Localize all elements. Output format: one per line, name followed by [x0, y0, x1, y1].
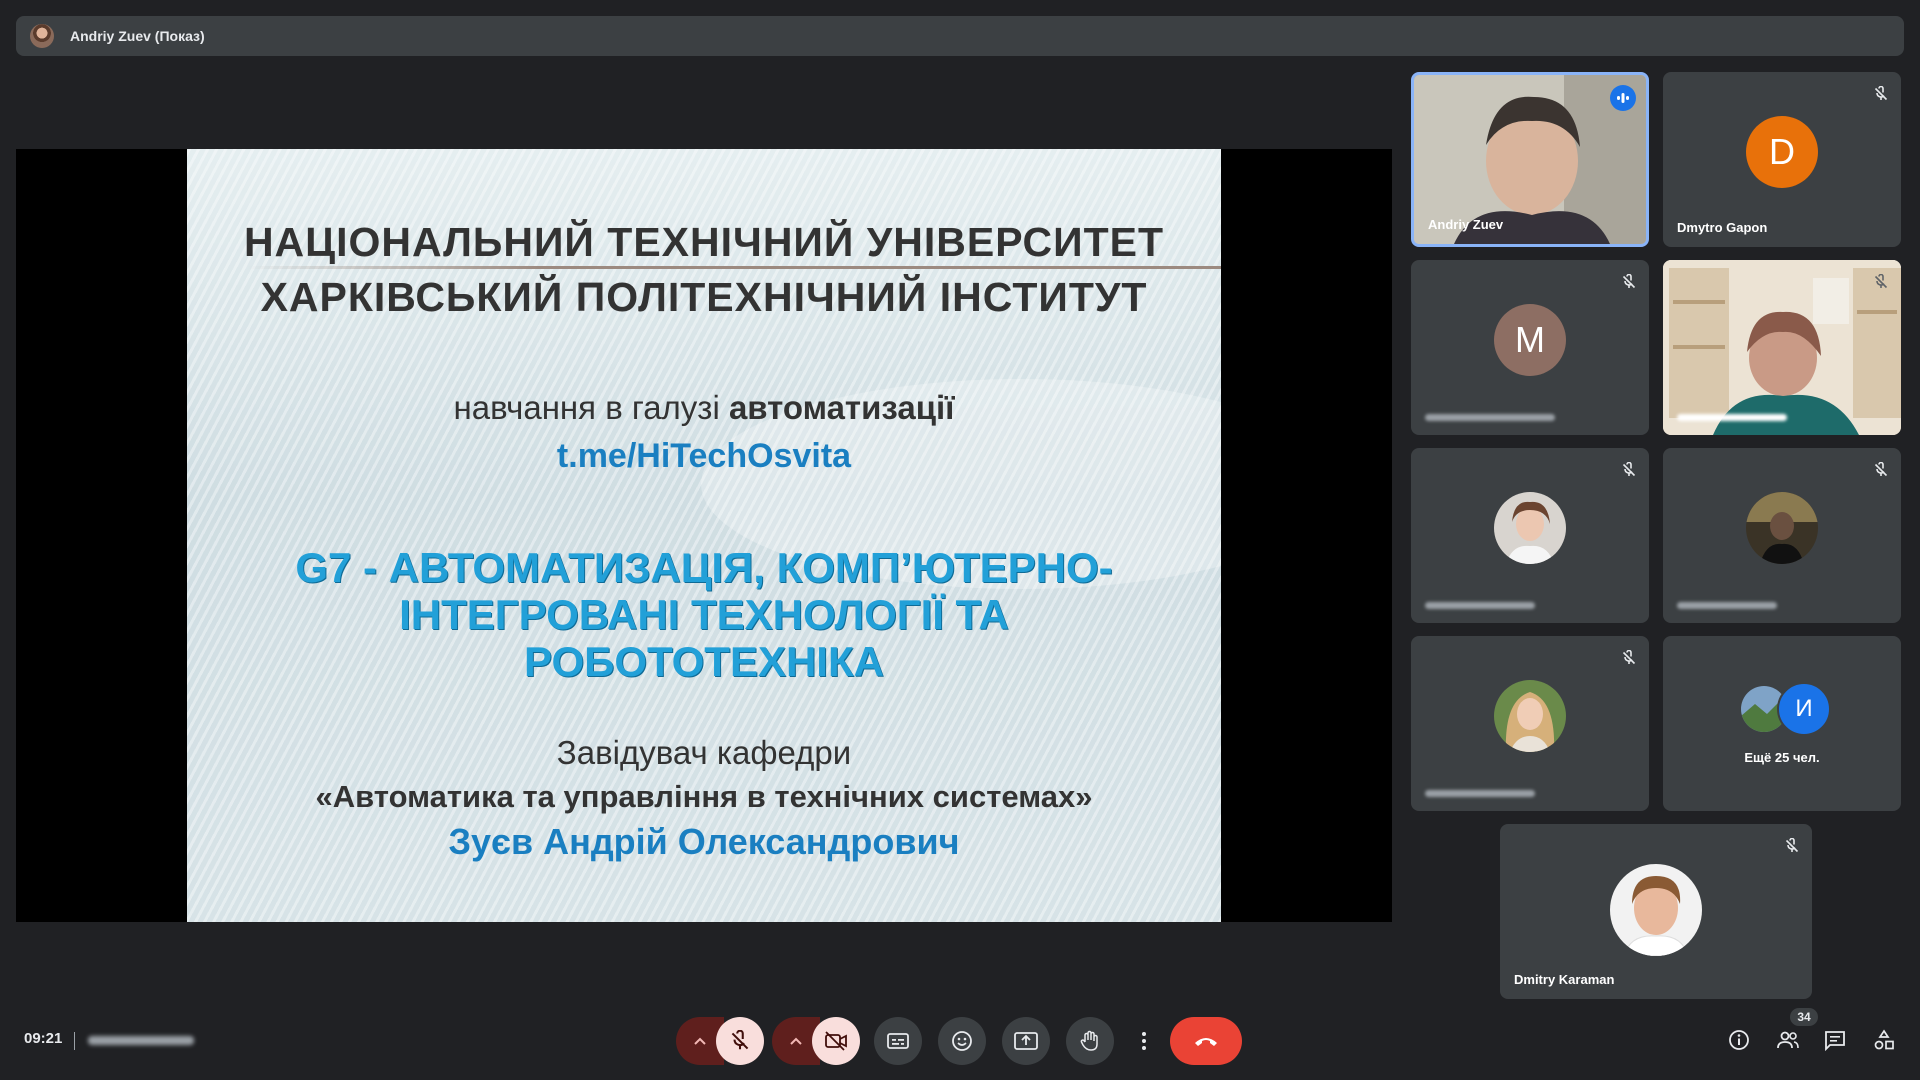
- participant-tile-3[interactable]: M: [1411, 260, 1649, 435]
- participant-name: Andriy Zuev: [1428, 217, 1504, 232]
- mic-toggle-button[interactable]: [716, 1017, 764, 1065]
- meeting-details-button[interactable]: [1723, 1024, 1755, 1056]
- presenter-bar: Andriy Zuev (Показ): [16, 16, 1904, 56]
- meeting-code-blurred: [88, 1036, 194, 1045]
- participant-tile-dmitry-karaman[interactable]: Dmitry Karaman: [1500, 824, 1812, 999]
- slide-program-line2: ІНТЕГРОВАНІ ТЕХНОЛОГІЇ ТА: [399, 591, 1009, 638]
- participant-avatar: [1494, 491, 1566, 564]
- participant-name-blurred: [1425, 414, 1555, 421]
- slide-divider: [247, 266, 1221, 269]
- slide-telegram-link: t.me/HiTechOsvita: [556, 437, 852, 475]
- mic-off-icon: [731, 1030, 749, 1050]
- slide-program-line3: РОБОТОТЕХНІКА: [524, 638, 884, 685]
- presenter-title: Andriy Zuev (Показ): [70, 28, 205, 44]
- mic-off-icon: [1874, 86, 1888, 101]
- info-icon: [1729, 1030, 1749, 1050]
- participant-tile-7[interactable]: [1411, 636, 1649, 811]
- present-icon: [1014, 1032, 1038, 1050]
- meeting-time: 09:21: [24, 1030, 63, 1047]
- mic-off-icon: [1785, 838, 1799, 853]
- camera-off-icon: [825, 1031, 847, 1051]
- participant-tile-6[interactable]: [1663, 448, 1901, 623]
- avatar-initial: И: [1777, 682, 1831, 736]
- mic-control: [676, 1017, 764, 1065]
- mic-off-icon: [1622, 462, 1636, 477]
- participant-name-blurred: [1677, 602, 1777, 609]
- presentation-slide: НАЦІОНАЛЬНИЙ ТЕХНІЧНИЙ УНІВЕРСИТЕТ ХАРКІ…: [187, 149, 1221, 922]
- camera-control: [772, 1017, 860, 1065]
- phone-hangup-icon: [1195, 1038, 1217, 1046]
- raise-hand-button[interactable]: [1066, 1017, 1114, 1065]
- mic-off-icon: [1622, 650, 1636, 665]
- slide-department: «Автоматика та управління в технічних си…: [315, 779, 1093, 814]
- more-participants-label: Ещё 25 чел.: [1744, 750, 1820, 765]
- emoji-icon: [952, 1031, 972, 1051]
- chevron-up-icon: [790, 1037, 802, 1045]
- activities-icon: [1874, 1029, 1894, 1050]
- participant-tile-andriy-zuev[interactable]: Andriy Zuev: [1411, 72, 1649, 247]
- slide-study-prefix: навчання в галузі: [453, 389, 729, 426]
- reactions-button[interactable]: [938, 1017, 986, 1065]
- mic-off-icon: [1874, 462, 1888, 477]
- slide-university-line1: НАЦІОНАЛЬНИЙ ТЕХНІЧНИЙ УНІВЕРСИТЕТ: [243, 219, 1165, 265]
- slide-person-name: Зуєв Андрій Олександрович: [448, 821, 960, 862]
- participant-video: [1663, 260, 1901, 435]
- camera-toggle-button[interactable]: [812, 1017, 860, 1065]
- participant-tile-dmytro-gapon[interactable]: D Dmytro Gapon: [1663, 72, 1901, 247]
- presenter-avatar: [30, 24, 54, 48]
- people-icon: [1777, 1031, 1799, 1049]
- captions-icon: [887, 1033, 909, 1049]
- participant-tile-4[interactable]: [1663, 260, 1901, 435]
- chevron-up-icon: [694, 1037, 706, 1045]
- chat-button[interactable]: [1819, 1024, 1851, 1056]
- divider: [74, 1032, 75, 1050]
- bottom-control-bar: 09:21 34: [0, 1000, 1920, 1080]
- participant-name-blurred: [1677, 414, 1787, 421]
- participant-name-blurred: [1425, 602, 1535, 609]
- participant-tile-5[interactable]: [1411, 448, 1649, 623]
- activities-button[interactable]: [1868, 1024, 1900, 1056]
- captions-button[interactable]: [874, 1017, 922, 1065]
- slide-program-title: G7 - АВТОМАТИЗАЦІЯ, КОМП’ЮТЕРНО- ІНТЕГРО…: [187, 544, 1221, 685]
- avatar-initial: D: [1746, 115, 1818, 188]
- participant-avatar: [1494, 679, 1566, 752]
- more-options-button[interactable]: [1130, 1017, 1158, 1065]
- hand-icon: [1080, 1030, 1098, 1051]
- more-participants-tile[interactable]: И Ещё 25 чел.: [1663, 636, 1901, 811]
- slide-head-title: Завідувач кафедри: [556, 734, 852, 771]
- end-call-button[interactable]: [1170, 1017, 1242, 1065]
- participant-avatar: [1746, 491, 1818, 564]
- slide-study-line: навчання в галузі автоматизації: [187, 389, 1221, 427]
- chat-icon: [1825, 1031, 1845, 1051]
- participant-name: Dmytro Gapon: [1677, 220, 1768, 235]
- participant-name-blurred: [1425, 790, 1535, 797]
- participant-name: Dmitry Karaman: [1514, 972, 1615, 987]
- avatar-initial: M: [1494, 303, 1566, 376]
- slide-study-bold: автоматизації: [728, 389, 955, 426]
- speaking-indicator-icon: [1610, 85, 1636, 111]
- more-vert-icon: [1142, 1032, 1146, 1050]
- slide-university-line2: ХАРКІВСЬКИЙ ПОЛІТЕХНІЧНИЙ ІНСТИТУТ: [260, 274, 1148, 320]
- present-screen-button[interactable]: [1002, 1017, 1050, 1065]
- people-button[interactable]: [1772, 1024, 1804, 1056]
- participant-avatar: [1610, 864, 1702, 956]
- slide-program-line1: G7 - АВТОМАТИЗАЦІЯ, КОМП’ЮТЕРНО-: [295, 544, 1113, 591]
- mic-off-icon: [1622, 274, 1636, 289]
- mic-off-icon: [1874, 274, 1888, 289]
